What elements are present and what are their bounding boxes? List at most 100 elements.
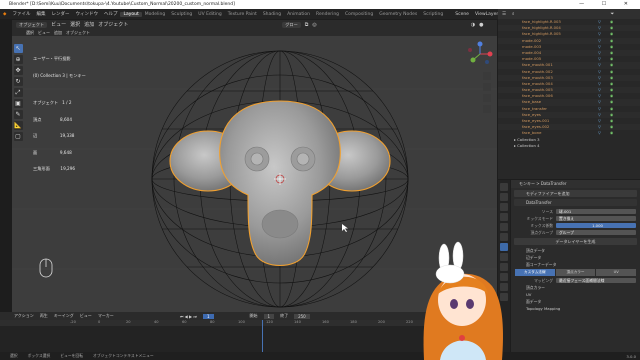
custom-normals-toggle[interactable]: カスタム法線	[515, 269, 555, 276]
cursor-tool-icon[interactable]: ⊕	[13, 55, 23, 64]
move-tool-icon[interactable]: ✥	[13, 66, 23, 75]
add-modifier-button[interactable]: モディファイアーを追加	[514, 190, 637, 197]
vertex-data-checkbox[interactable]: 頂点データ	[516, 247, 545, 254]
orientation-dropdown[interactable]: グロー	[282, 21, 301, 28]
viewport-menu-add[interactable]: 追加	[84, 21, 94, 28]
scale-tool-icon[interactable]: ⤢	[13, 88, 23, 97]
vertex-color-subpanel-header[interactable]: 頂点カラー	[516, 284, 545, 291]
tool-menu-object[interactable]: オブジェクト	[66, 30, 90, 36]
mouse-cursor-icon	[342, 224, 348, 232]
tool-menu-view[interactable]: ビュー	[38, 30, 50, 36]
rotate-tool-icon[interactable]: ↻	[13, 77, 23, 86]
timeline-menu-view[interactable]: ビュー	[80, 313, 92, 319]
pan-hand-icon[interactable]	[483, 83, 491, 91]
tool-menu-select[interactable]: 選択	[26, 30, 34, 36]
view-layer-selector[interactable]: ViewLayer	[472, 12, 501, 17]
navigation-gizmo[interactable]	[463, 40, 497, 130]
mix-mode-dropdown[interactable]: 置き換え	[556, 215, 636, 222]
workspace-tab-scripting[interactable]: Scripting	[420, 12, 446, 17]
viewport-header: オブジェクト ビュー 選択 追加 オブジェクト グロー ⧉ ◎ ◑ ●	[12, 20, 497, 29]
workspace-tab-shading[interactable]: Shading	[260, 12, 284, 17]
world-properties-icon[interactable]	[500, 223, 508, 231]
workspace-tab-rendering[interactable]: Rendering	[313, 12, 342, 17]
end-frame-field[interactable]: 250	[294, 313, 310, 319]
stat-triangles: 三角形面 19,296	[33, 166, 76, 171]
source-field[interactable]: 球.001	[556, 208, 636, 215]
grid-projection-icon[interactable]	[483, 105, 491, 113]
status-context-menu: オブジェクトコンテキストメニュー	[93, 353, 154, 358]
outliner-editor-icon[interactable]: ☰	[502, 12, 506, 17]
menu-render[interactable]: レンダー	[48, 11, 72, 17]
viewport-menu-object[interactable]: オブジェクト	[98, 21, 128, 28]
camera-view-icon[interactable]	[483, 94, 491, 102]
current-frame-field[interactable]: 1	[202, 313, 214, 319]
menu-help[interactable]: ヘルプ	[101, 11, 121, 17]
workspace-tab-animation[interactable]: Animation	[284, 12, 313, 17]
viewport-menu-view[interactable]: ビュー	[51, 21, 66, 28]
output-properties-icon[interactable]	[500, 203, 508, 211]
filter-icon[interactable]: ⏷	[611, 11, 615, 17]
menu-file[interactable]: ファイル	[9, 11, 33, 17]
tool-menu-add[interactable]: 追加	[54, 30, 62, 36]
axis-x-icon[interactable]	[487, 51, 493, 57]
tool-shelf: ↖ ⊕ ✥ ↻ ⤢ ▣ ✎ 📐 ▢	[12, 36, 24, 316]
menu-window[interactable]: ウィンドウ	[72, 11, 101, 17]
select-tool-icon[interactable]: ↖	[13, 44, 23, 53]
timeline-menu-keying[interactable]: キーイング	[54, 313, 74, 319]
playhead[interactable]	[262, 320, 263, 352]
proportional-edit-icon[interactable]: ◎	[312, 22, 316, 28]
shading-solid-icon[interactable]: ●	[479, 22, 483, 28]
scene-properties-icon[interactable]	[500, 213, 508, 221]
timeline-menu-marker[interactable]: マーカー	[98, 313, 114, 319]
topology-mapping-subpanel[interactable]: Topology Mapping	[516, 305, 560, 312]
outliner-object-name: face_mouth.002	[522, 68, 553, 74]
generate-data-layers-button[interactable]: データレイヤーを生成	[514, 238, 637, 245]
workspace-tab-sculpting[interactable]: Sculpting	[168, 12, 195, 17]
blender-logo-icon[interactable]: ◆	[0, 12, 9, 17]
timeline-menu-action[interactable]: アクション	[14, 313, 34, 319]
properties-panel: モンキー > DataTransfer モディファイアーを追加 DataTran…	[511, 180, 640, 360]
modifier-name-field[interactable]: DataTransfer	[514, 199, 637, 206]
measure-tool-icon[interactable]: 📐	[13, 121, 23, 130]
menu-edit[interactable]: 編集	[33, 11, 48, 17]
mix-factor-slider[interactable]: 1.000	[556, 222, 636, 229]
viewport-menu-select[interactable]: 選択	[70, 21, 80, 28]
annotate-tool-icon[interactable]: ✎	[13, 110, 23, 119]
workspace-tab-geometry-nodes[interactable]: Geometry Nodes	[376, 12, 420, 17]
scene-selector[interactable]: Scene	[452, 12, 472, 17]
snap-icon[interactable]: ⧉	[305, 22, 309, 28]
workspace-tab-modeling[interactable]: Modeling	[142, 12, 168, 17]
render-properties-icon[interactable]	[500, 193, 508, 201]
transform-tool-icon[interactable]: ▣	[13, 99, 23, 108]
outliner-collection-row[interactable]: ▸ Collection 4	[498, 143, 640, 149]
workspace-tab-compositing[interactable]: Compositing	[342, 12, 376, 17]
outliner-object-name: face_eyes.002	[522, 124, 550, 130]
vertex-group-field[interactable]: グループ	[556, 229, 636, 236]
mode-dropdown[interactable]: オブジェクト	[16, 21, 48, 28]
face-corner-data-row: 面コーナーデータ	[511, 261, 640, 268]
workspace-tab-layout[interactable]: Layout	[120, 11, 142, 17]
workspace-tab-texture-paint[interactable]: Texture Paint	[225, 12, 260, 17]
vertex-color-toggle[interactable]: 頂点カラー	[555, 269, 596, 276]
play-controls-icon[interactable]: ⏮ ◀ ▶ ⏭	[180, 314, 197, 319]
axis-y-icon[interactable]	[470, 57, 476, 63]
mapping-dropdown[interactable]: 最近接フェース面補間法線	[556, 277, 636, 284]
edge-data-checkbox[interactable]: 辺データ	[516, 254, 541, 261]
tool-properties-icon[interactable]	[500, 183, 508, 191]
uv-toggle[interactable]: UV	[596, 269, 637, 276]
window-controls[interactable]: — ☐ ✕	[579, 0, 636, 9]
overlays-icon[interactable]: ◑	[471, 22, 475, 28]
face-data-checkbox[interactable]: 面データ	[516, 298, 541, 305]
outliner-search-icon[interactable]: ⌕	[512, 11, 515, 17]
uv-subpanel-header[interactable]: UV	[516, 291, 531, 298]
window-title: Blender* [D:\Semi\Kuu\Documents\tokupa-\…	[9, 2, 235, 7]
workspace-tab-uv-editing[interactable]: UV Editing	[195, 12, 224, 17]
timeline-menu-playback[interactable]: 再生	[40, 313, 48, 319]
start-frame-field[interactable]: 1	[263, 313, 275, 319]
axis-z-icon[interactable]	[477, 41, 483, 47]
add-cube-tool-icon[interactable]: ▢	[13, 132, 23, 141]
edge-data-row: 辺データ	[511, 254, 640, 261]
zoom-icon[interactable]	[483, 72, 491, 80]
face-corner-data-checkbox[interactable]: 面コーナーデータ	[516, 261, 556, 268]
face-data-row: 面データ	[511, 298, 640, 305]
